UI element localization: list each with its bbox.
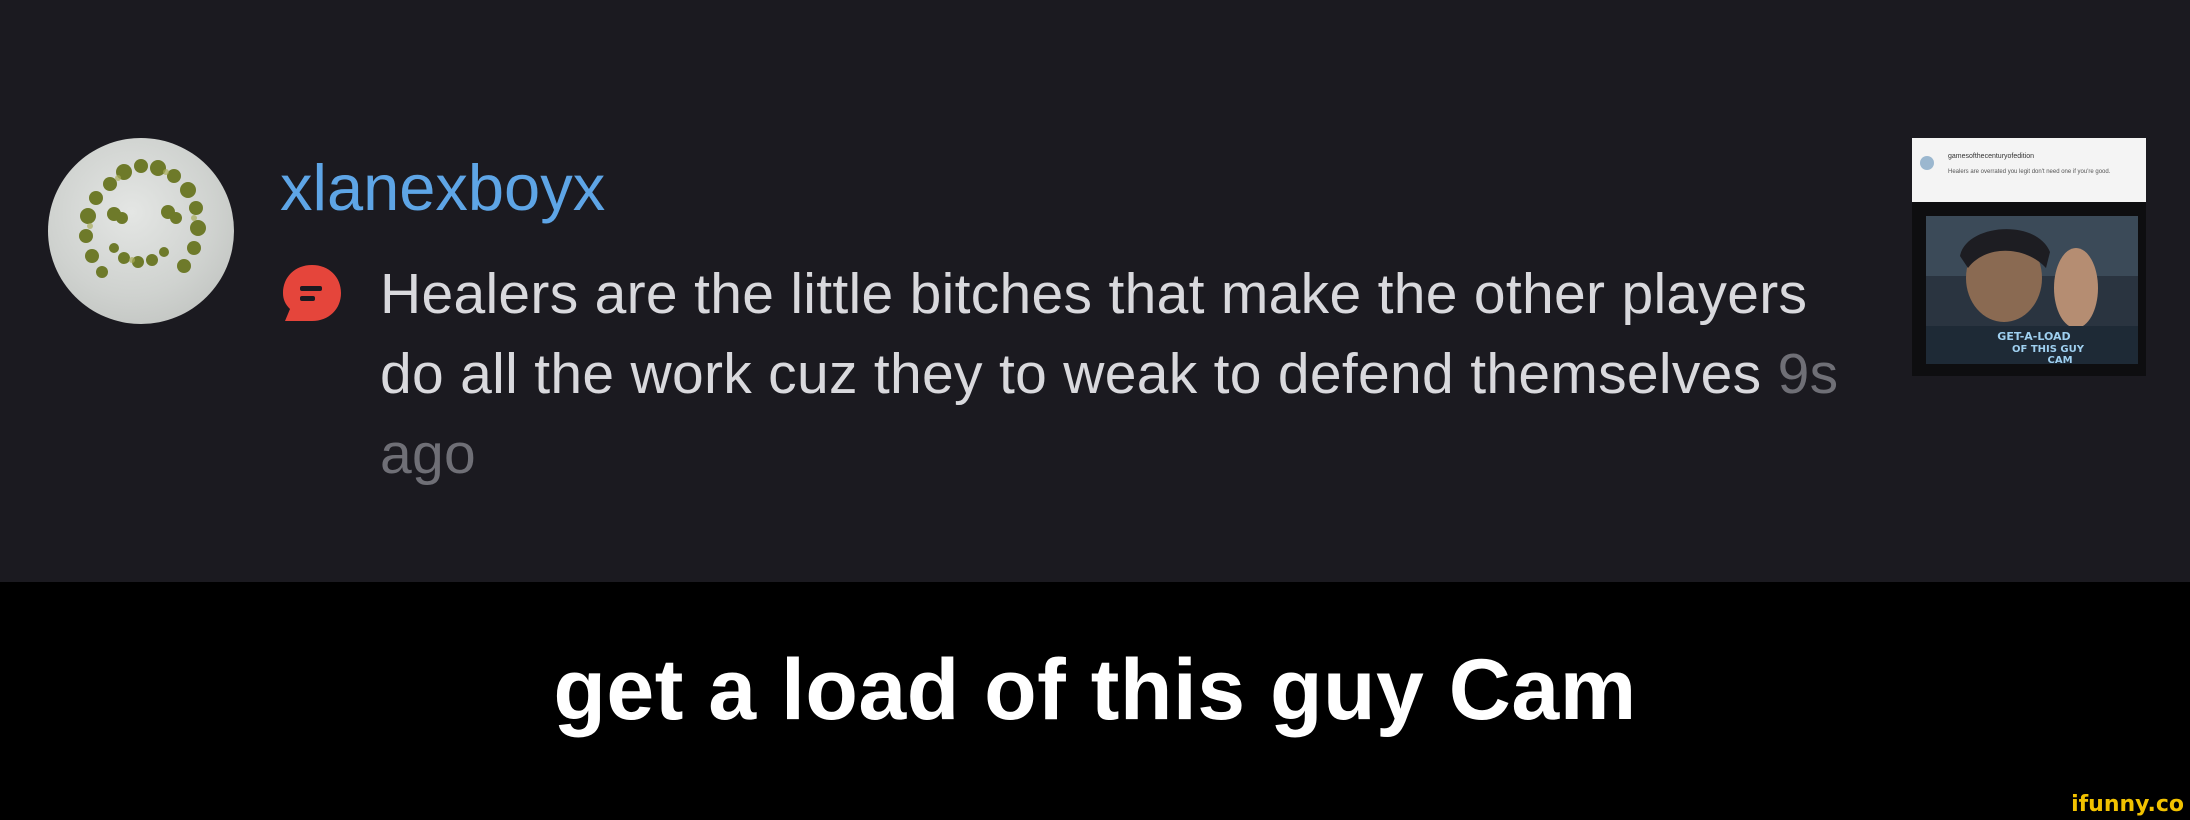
comment-bubble-icon [280,262,344,326]
thumbnail-username: gamesofthecenturyofedition [1948,153,2034,160]
svg-text:OF THIS GUY: OF THIS GUY [2012,344,2085,355]
ifunny-watermark: ifunny.co [2071,792,2184,817]
svg-text:CAM: CAM [2047,355,2072,364]
caption-bar: get a load of this guy Cam [0,582,2190,820]
comment-notification[interactable]: xlanexboyx Healers are the little bitche… [0,0,2190,582]
thumbnail-post-preview: gamesofthecenturyofedition Healers are o… [1912,138,2146,202]
thumbnail-image: GET-A-LOAD OF THIS GUY CAM [1926,216,2138,364]
comment-body: Healers are the little bitches that make… [380,262,1808,406]
thumbnail-post-text: Healers are overrated you legit don't ne… [1948,169,2111,175]
username-link[interactable]: xlanexboyx [280,148,605,228]
comment-text: Healers are the little bitches that make… [380,254,1880,494]
svg-text:GET-A-LOAD: GET-A-LOAD [1997,330,2070,343]
caption-text: get a load of this guy Cam [553,642,1637,738]
meme-screenshot: xlanexboyx Healers are the little bitche… [0,0,2190,820]
avatar[interactable] [48,138,234,324]
smiley-face-avatar-image [79,159,206,278]
post-thumbnail[interactable]: gamesofthecenturyofedition Healers are o… [1912,138,2146,376]
thumbnail-avatar [1920,156,1934,170]
